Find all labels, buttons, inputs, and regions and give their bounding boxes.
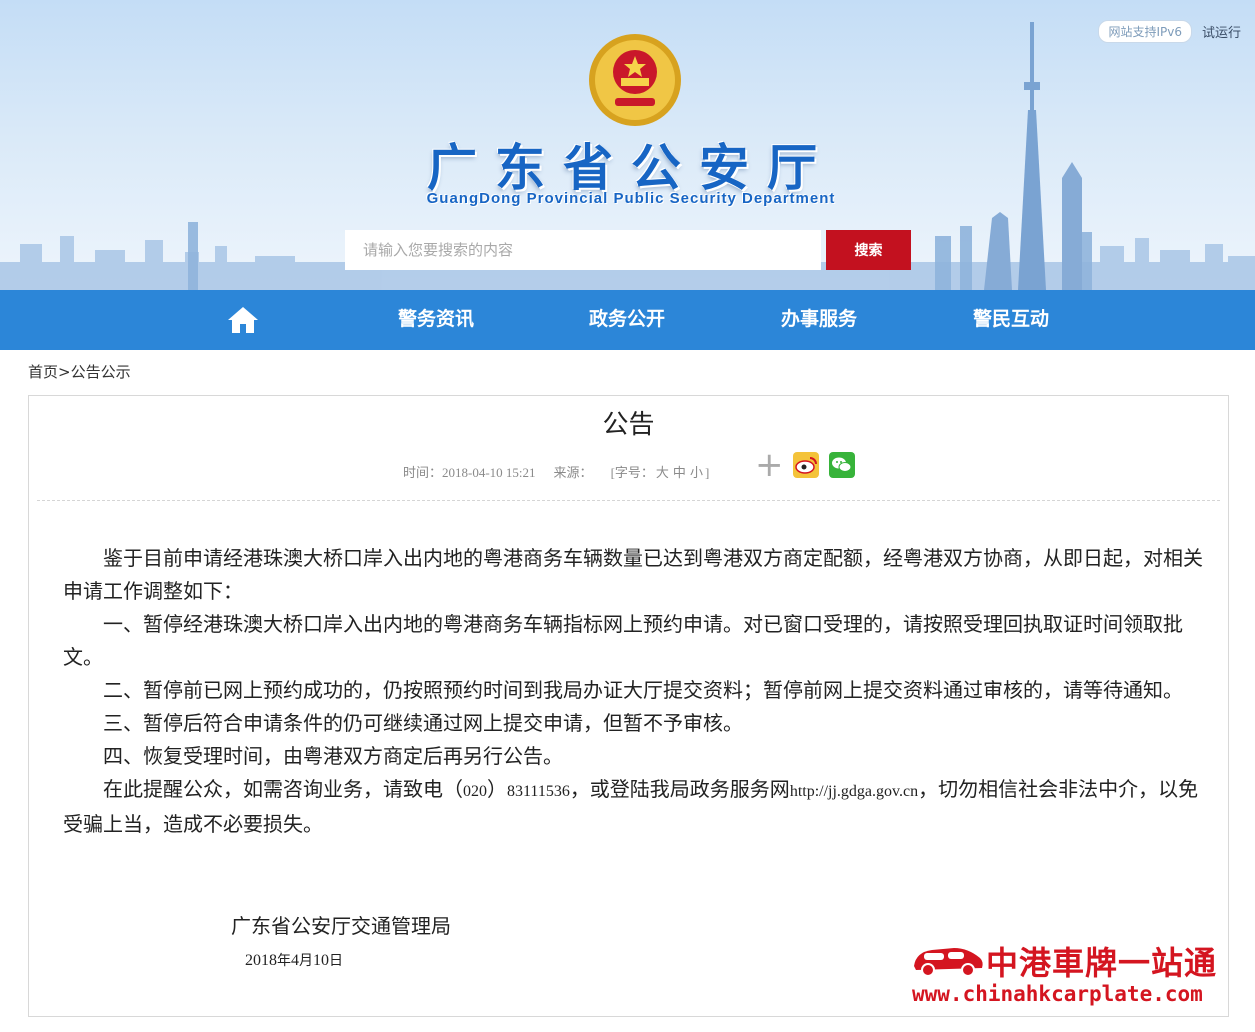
service-url: http://jj.gdga.gov.cn bbox=[789, 783, 919, 800]
top-links: 网站支持IPv6 试运行 bbox=[1098, 20, 1241, 43]
font-size-medium-link[interactable]: 中 bbox=[673, 465, 686, 480]
police-emblem-icon bbox=[589, 34, 681, 126]
sign-date-day: 10 bbox=[313, 952, 329, 969]
watermark-text: 中港車牌一站通 bbox=[986, 944, 1218, 982]
nav-item-interaction[interactable]: 警民互动 bbox=[941, 290, 1081, 350]
site-subtitle: GuangDong Provincial Public Security Dep… bbox=[426, 190, 836, 207]
font-size-small-link[interactable]: 小 bbox=[690, 465, 703, 480]
plus-icon[interactable]: + bbox=[755, 448, 784, 482]
nav-item-police-news[interactable]: 警务资讯 bbox=[366, 290, 506, 350]
watermark-car-icon bbox=[914, 948, 983, 977]
site-header: 网站支持IPv6 试运行 广东省公安厅 GuangDong Provincial… bbox=[0, 0, 1255, 290]
font-size-control: [字号：大中小] bbox=[611, 462, 710, 481]
paragraph-item-3: 三、暂停后符合申请条件的仍可继续通过网上提交申请，但暂不予审核。 bbox=[103, 711, 743, 735]
font-size-large-link[interactable]: 大 bbox=[656, 465, 669, 480]
share-bar: + bbox=[755, 448, 855, 482]
weibo-icon[interactable] bbox=[793, 452, 819, 478]
source-label: 来源： bbox=[553, 465, 593, 480]
breadcrumb-separator: > bbox=[58, 363, 71, 381]
sign-date-month-unit: 月 bbox=[299, 953, 313, 969]
nav-item-services[interactable]: 办事服务 bbox=[749, 290, 889, 350]
wechat-icon[interactable] bbox=[829, 452, 855, 478]
paragraph-reminder: 在此提醒公众，如需咨询业务，请致电（020）83111536，或登陆我局政务服务… bbox=[63, 773, 1203, 841]
phone-number: 83111536 bbox=[507, 783, 570, 800]
search-button[interactable]: 搜索 bbox=[826, 230, 911, 270]
article-body: 鉴于目前申请经港珠澳大桥口岸入出内地的粤港商务车辆数量已达到粤港双方商定配额，经… bbox=[63, 542, 1203, 841]
phone-area-code: 020 bbox=[463, 783, 487, 800]
article-panel: 公告 时间：2018-04-10 15:21 来源： [字号：大中小] + 鉴于… bbox=[28, 395, 1229, 1017]
sign-date-month: 4 bbox=[291, 952, 299, 969]
home-icon[interactable] bbox=[227, 306, 259, 334]
publish-time: 时间：2018-04-10 15:21 bbox=[403, 462, 536, 481]
font-size-close: ] bbox=[704, 465, 710, 480]
sign-date-day-unit: 日 bbox=[329, 953, 343, 969]
publish-time-label: 时间： bbox=[403, 465, 443, 480]
publish-time-value: 2018-04-10 15:21 bbox=[442, 465, 536, 480]
breadcrumb-current-link[interactable]: 公告公示 bbox=[71, 363, 131, 381]
paragraph-item-2: 二、暂停前已网上预约成功的，仍按照预约时间到我局办证大厅提交资料；暂停前网上提交… bbox=[103, 678, 1183, 702]
article-meta: 时间：2018-04-10 15:21 来源： [字号：大中小] bbox=[403, 462, 709, 481]
ipv6-badge: 网站支持IPv6 bbox=[1098, 20, 1192, 43]
meta-divider bbox=[37, 500, 1220, 501]
reminder-text-b: ） bbox=[487, 777, 507, 801]
signature-issuer: 广东省公安厅交通管理局 bbox=[231, 914, 451, 938]
trial-run-label: 试运行 bbox=[1201, 26, 1241, 41]
search-input[interactable] bbox=[345, 230, 821, 270]
main-nav: 警务资讯 政务公开 办事服务 警民互动 bbox=[0, 290, 1255, 350]
signature-date: 2018年4月10日 bbox=[245, 950, 343, 970]
nav-item-government-affairs[interactable]: 政务公开 bbox=[557, 290, 697, 350]
reminder-text-c: ，或登陆我局政务服务网 bbox=[569, 777, 790, 801]
font-size-open: [字号： bbox=[610, 465, 654, 480]
paragraph-item-4: 四、恢复受理时间，由粤港双方商定后再另行公告。 bbox=[103, 744, 563, 768]
watermark-url: www.chinahkcarplate.com bbox=[912, 982, 1203, 1006]
paragraph-item-1: 一、暂停经港珠澳大桥口岸入出内地的粤港商务车辆指标网上预约申请。对已窗口受理的，… bbox=[63, 612, 1183, 669]
article-title: 公告 bbox=[602, 410, 655, 440]
paragraph-intro: 鉴于目前申请经港珠澳大桥口岸入出内地的粤港商务车辆数量已达到粤港双方商定配额，经… bbox=[63, 546, 1203, 603]
reminder-text-a: 在此提醒公众，如需咨询业务，请致电（ bbox=[103, 777, 463, 801]
breadcrumb-home-link[interactable]: 首页 bbox=[28, 363, 58, 381]
breadcrumb: 首页>公告公示 bbox=[28, 361, 131, 382]
sign-date-year: 2018 bbox=[245, 952, 277, 969]
sign-date-year-unit: 年 bbox=[277, 953, 291, 969]
